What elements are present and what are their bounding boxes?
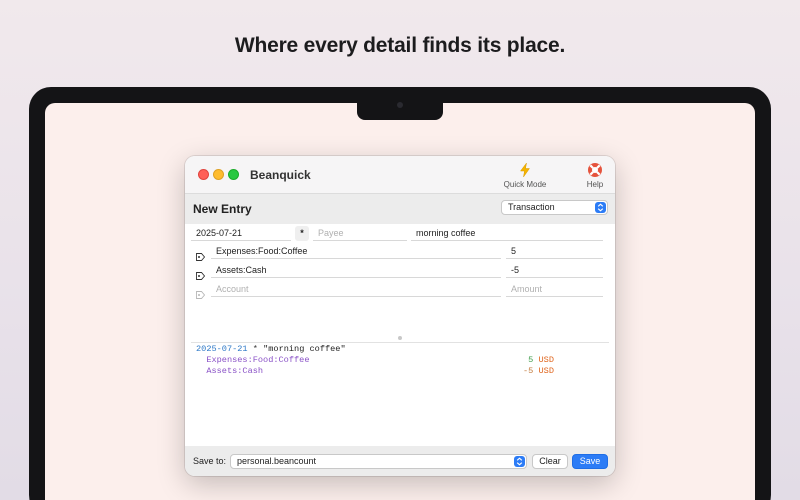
chevron-up-down-icon xyxy=(514,456,525,467)
tag-icon[interactable] xyxy=(193,263,207,280)
quick-mode-button[interactable]: Quick Mode xyxy=(500,162,550,189)
lifebuoy-icon xyxy=(588,163,602,177)
entry-type-value: Transaction xyxy=(508,202,555,212)
section-title: New Entry xyxy=(193,202,252,216)
split-divider-handle[interactable] xyxy=(398,336,402,340)
payee-field[interactable]: Payee xyxy=(313,226,407,241)
help-label: Help xyxy=(586,180,604,189)
posting-account-field[interactable]: Assets:Cash xyxy=(211,263,501,278)
save-button[interactable]: Save xyxy=(572,454,608,469)
preview-narration: "morning coffee" xyxy=(263,344,346,354)
camera-dot xyxy=(397,102,403,108)
preview-number: 5 xyxy=(528,355,534,365)
preview-posting-line: Expenses:Food:Coffee 5 USD xyxy=(196,355,609,366)
minimize-window-button[interactable] xyxy=(213,169,224,180)
preview-flag: * xyxy=(252,344,258,354)
title-bar: Beanquick Quick Mode Help xyxy=(185,156,615,194)
date-field[interactable]: 2025-07-21 xyxy=(191,226,291,241)
preview-header-line: 2025-07-21 * "morning coffee" xyxy=(196,344,609,355)
posting-amount-field[interactable]: 5 xyxy=(506,244,603,259)
lightning-bolt-icon xyxy=(520,162,530,178)
tag-icon[interactable] xyxy=(193,244,207,261)
posting-amount-field[interactable]: -5 xyxy=(506,263,603,278)
preview-number: -5 xyxy=(523,366,534,376)
new-account-field[interactable]: Account xyxy=(211,282,501,297)
save-file-value: personal.beancount xyxy=(237,456,317,466)
beancount-preview: 2025-07-21 * "morning coffee" Expenses:F… xyxy=(191,342,609,446)
help-button[interactable]: Help xyxy=(581,162,609,189)
footer-bar: Save to: personal.beancount Clear Save xyxy=(185,446,615,476)
clear-button[interactable]: Clear xyxy=(532,454,568,469)
chevron-up-down-icon xyxy=(595,202,606,213)
save-file-select[interactable]: personal.beancount xyxy=(230,454,527,469)
preview-currency: USD xyxy=(538,355,554,365)
quick-mode-label: Quick Mode xyxy=(503,180,547,189)
marketing-headline: Where every detail finds its place. xyxy=(234,34,566,57)
app-window: Beanquick Quick Mode Help New Entry Tran… xyxy=(185,156,615,476)
entry-form: 2025-07-21 * Payee morning coffee Expens… xyxy=(191,224,609,334)
save-to-label: Save to: xyxy=(193,456,227,466)
entry-type-select[interactable]: Transaction xyxy=(501,200,608,215)
preview-account: Assets:Cash xyxy=(206,366,264,376)
posting-account-field[interactable]: Expenses:Food:Coffee xyxy=(211,244,501,259)
flag-toggle[interactable]: * xyxy=(295,226,309,241)
preview-posting-line: Assets:Cash -5 USD xyxy=(196,366,609,377)
entry-header: New Entry Transaction xyxy=(185,194,615,224)
preview-date: 2025-07-21 xyxy=(196,344,248,354)
preview-currency: USD xyxy=(538,366,554,376)
app-title: Beanquick xyxy=(250,168,311,182)
preview-account: Expenses:Food:Coffee xyxy=(206,355,310,365)
tag-icon[interactable] xyxy=(193,282,207,299)
new-amount-field[interactable]: Amount xyxy=(506,282,603,297)
narration-field[interactable]: morning coffee xyxy=(411,226,603,241)
close-window-button[interactable] xyxy=(198,169,209,180)
zoom-window-button[interactable] xyxy=(228,169,239,180)
